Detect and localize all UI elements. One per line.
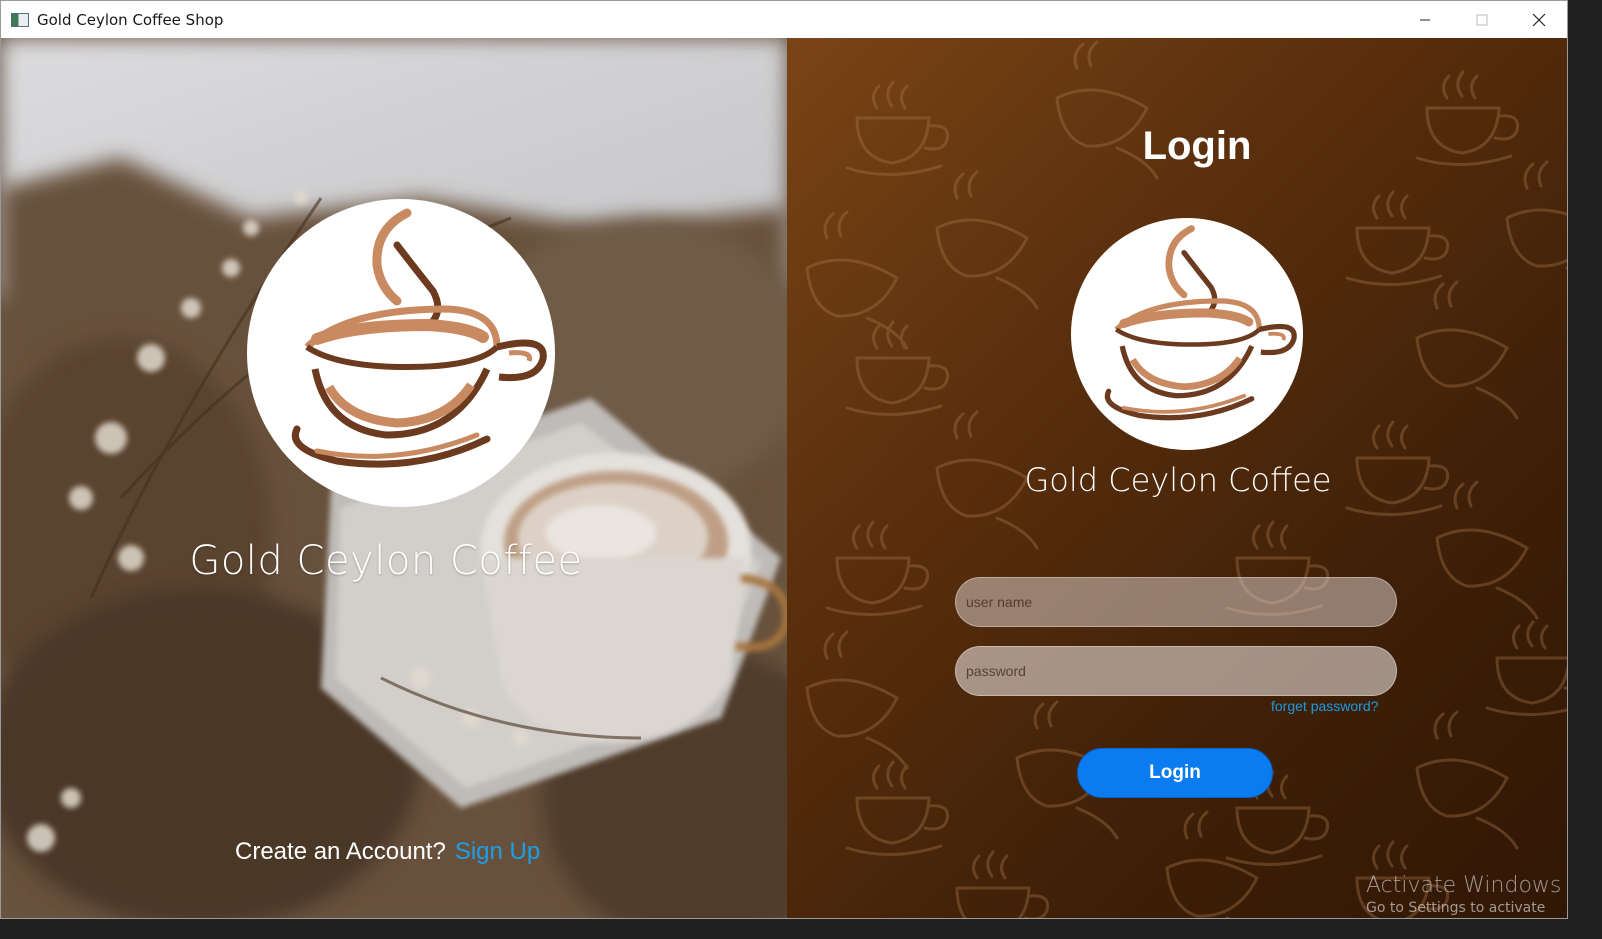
brand-name-left: Gold Ceylon Coffee: [189, 538, 583, 584]
create-account-row: Create an Account? Sign Up: [235, 838, 540, 866]
login-button[interactable]: Login: [1077, 748, 1273, 798]
close-icon: [1532, 13, 1545, 26]
brand-logo-large: [247, 199, 555, 507]
minimize-button[interactable]: [1396, 1, 1453, 38]
brand-name-right: Gold Ceylon Coffee: [1024, 461, 1332, 499]
title-bar: Gold Ceylon Coffee Shop: [1, 1, 1567, 38]
create-account-prompt: Create an Account?: [235, 838, 446, 865]
maximize-button[interactable]: [1453, 1, 1510, 38]
brand-logo-small: [1071, 218, 1303, 450]
watermark-subtitle: Go to Settings to activate: [1366, 900, 1546, 916]
signup-link[interactable]: Sign Up: [455, 838, 540, 866]
content-area: Gold Ceylon Coffee Create an Account? Si…: [1, 38, 1567, 918]
window-title: Gold Ceylon Coffee Shop: [37, 10, 224, 29]
coffee-cup-icon: [1104, 225, 1297, 421]
minimize-icon: [1419, 19, 1430, 20]
activation-watermark: Activate Windows Go to Settings to activ…: [1366, 873, 1561, 916]
watermark-title: Activate Windows: [1366, 873, 1562, 898]
password-input[interactable]: [955, 646, 1397, 696]
coffee-cup-icon: [292, 208, 547, 468]
app-window: Gold Ceylon Coffee Shop Gold Ceylon Coff…: [0, 0, 1568, 919]
window-controls: [1396, 1, 1567, 38]
maximize-icon: [1476, 14, 1487, 25]
login-panel: Login Gold Ceylon Coffee user name forge…: [787, 38, 1567, 918]
left-panel: Gold Ceylon Coffee Create an Account? Si…: [1, 38, 787, 918]
app-icon: [11, 12, 29, 27]
forget-password-link[interactable]: forget password?: [1271, 698, 1378, 714]
close-button[interactable]: [1510, 1, 1567, 38]
login-heading: Login: [1142, 124, 1252, 168]
username-input[interactable]: [955, 577, 1397, 627]
